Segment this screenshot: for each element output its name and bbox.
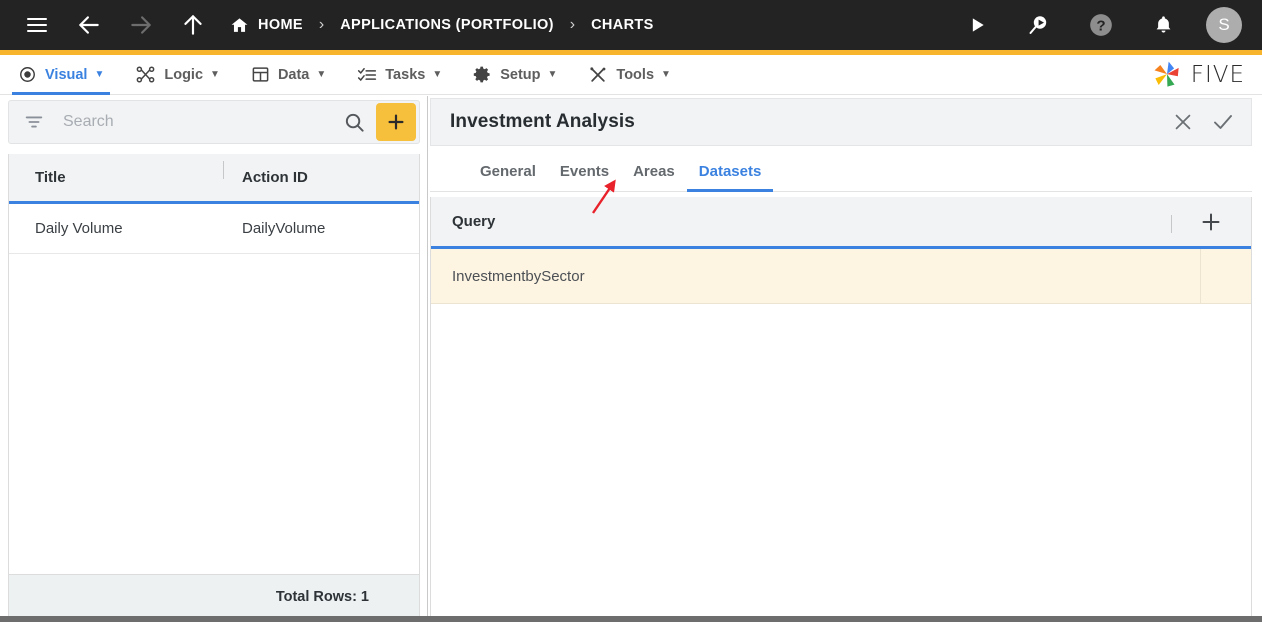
chevron-down-icon: ▼ xyxy=(94,69,105,80)
menu-item-logic[interactable]: Logic ▼ xyxy=(122,55,233,95)
query-table: Query InvestmentbySector xyxy=(430,197,1252,622)
topbar-actions: ? S xyxy=(930,7,1262,43)
cell-title: Daily Volume xyxy=(35,220,123,237)
row-action-cell[interactable] xyxy=(1200,249,1251,303)
menu-item-tasks[interactable]: Tasks ▼ xyxy=(344,55,455,95)
menu-item-data[interactable]: Data ▼ xyxy=(238,55,339,95)
total-rows-status: Total Rows: 1 xyxy=(8,574,420,619)
breadcrumb-separator-2: › xyxy=(569,16,576,33)
breadcrumb-item-home[interactable]: HOME xyxy=(230,16,303,35)
hamburger-menu-icon[interactable] xyxy=(22,10,52,40)
chevron-down-icon: ▼ xyxy=(316,69,327,80)
column-header-action-id[interactable]: Action ID xyxy=(224,169,419,186)
menu-label-tasks: Tasks xyxy=(385,66,426,83)
query-table-header: Query xyxy=(431,197,1251,249)
tab-datasets[interactable]: Datasets xyxy=(686,163,774,192)
back-arrow-icon[interactable] xyxy=(74,10,104,40)
left-list-panel: Title Action ID Daily Volume DailyVolume… xyxy=(0,96,428,622)
chevron-down-icon: ▼ xyxy=(432,69,443,80)
search-debug-icon[interactable] xyxy=(1024,10,1054,40)
page-title: Investment Analysis xyxy=(450,111,635,132)
cell-action-id: DailyVolume xyxy=(242,220,326,237)
menu-label-data: Data xyxy=(277,66,310,83)
detail-actions xyxy=(1163,102,1251,142)
tab-events[interactable]: Events xyxy=(548,163,621,191)
horizontal-scrollbar[interactable] xyxy=(0,616,1262,622)
records-table: Title Action ID Daily Volume DailyVolume xyxy=(8,154,420,614)
filter-icon[interactable] xyxy=(23,111,45,133)
breadcrumb-separator: › xyxy=(318,16,325,33)
svg-text:?: ? xyxy=(1096,17,1105,34)
five-pinwheel-icon xyxy=(1154,61,1179,87)
tab-general[interactable]: General xyxy=(468,163,548,191)
eye-icon xyxy=(18,65,37,84)
logic-nodes-icon xyxy=(135,64,156,85)
forward-arrow-icon xyxy=(126,10,156,40)
breadcrumb-label-applications: APPLICATIONS (PORTFOLIO) xyxy=(340,17,554,33)
up-arrow-icon[interactable] xyxy=(178,10,208,40)
breadcrumb-item-applications[interactable]: APPLICATIONS (PORTFOLIO) xyxy=(340,17,554,33)
chevron-down-icon: ▼ xyxy=(547,69,558,80)
top-navigation-bar: HOME › APPLICATIONS (PORTFOLIO) › CHARTS… xyxy=(0,0,1262,50)
query-table-row[interactable]: InvestmentbySector xyxy=(431,249,1251,304)
detail-title-bar: Investment Analysis xyxy=(430,98,1252,146)
menu-label-setup: Setup xyxy=(500,66,541,83)
column-header-title[interactable]: Title xyxy=(9,161,224,186)
magnifier-icon[interactable] xyxy=(343,111,366,134)
menu-item-setup[interactable]: Setup ▼ xyxy=(460,55,570,95)
menu-label-tools: Tools xyxy=(616,66,655,83)
avatar[interactable]: S xyxy=(1206,7,1242,43)
brand-text: FIVE xyxy=(1190,61,1245,88)
menu-label-logic: Logic xyxy=(164,66,204,83)
detail-panel: Investment Analysis General Events Areas… xyxy=(429,96,1262,622)
breadcrumb-label-home: HOME xyxy=(258,17,303,33)
add-query-button[interactable] xyxy=(1199,210,1223,234)
menu-item-visual[interactable]: Visual ▼ xyxy=(5,55,117,95)
table-row[interactable]: Daily Volume DailyVolume xyxy=(9,204,419,254)
run-play-icon[interactable] xyxy=(962,10,992,40)
wrench-screwdriver-icon xyxy=(588,65,608,85)
home-icon xyxy=(230,16,249,35)
five-brand-logo: FIVE xyxy=(1150,60,1245,90)
detail-tabs: General Events Areas Datasets xyxy=(430,147,1252,192)
confirm-check-icon[interactable] xyxy=(1203,102,1243,142)
search-bar xyxy=(8,100,420,144)
checklist-icon xyxy=(357,65,377,85)
chevron-down-icon: ▼ xyxy=(210,69,220,80)
help-question-icon[interactable]: ? xyxy=(1086,10,1116,40)
table-header-row: Title Action ID xyxy=(9,154,419,204)
table-grid-icon xyxy=(251,65,270,84)
column-header-query[interactable]: Query xyxy=(452,213,495,230)
menu-label-visual: Visual xyxy=(45,66,88,83)
gear-icon xyxy=(473,65,492,84)
tab-areas[interactable]: Areas xyxy=(621,163,687,191)
notifications-bell-icon[interactable] xyxy=(1148,10,1178,40)
breadcrumb-label-charts: CHARTS xyxy=(591,17,654,33)
menu-item-tools[interactable]: Tools ▼ xyxy=(575,55,684,95)
cell-query-name: InvestmentbySector xyxy=(452,267,585,285)
breadcrumb-item-charts[interactable]: CHARTS xyxy=(591,17,654,33)
chevron-down-icon: ▼ xyxy=(661,69,671,80)
close-icon[interactable] xyxy=(1163,102,1203,142)
search-input[interactable] xyxy=(63,113,343,131)
query-header-actions xyxy=(1171,197,1251,246)
module-menu-bar: Visual ▼ Logic ▼ Data ▼ Tasks ▼ Setup ▼ … xyxy=(0,55,1262,95)
add-record-button[interactable] xyxy=(376,103,416,141)
